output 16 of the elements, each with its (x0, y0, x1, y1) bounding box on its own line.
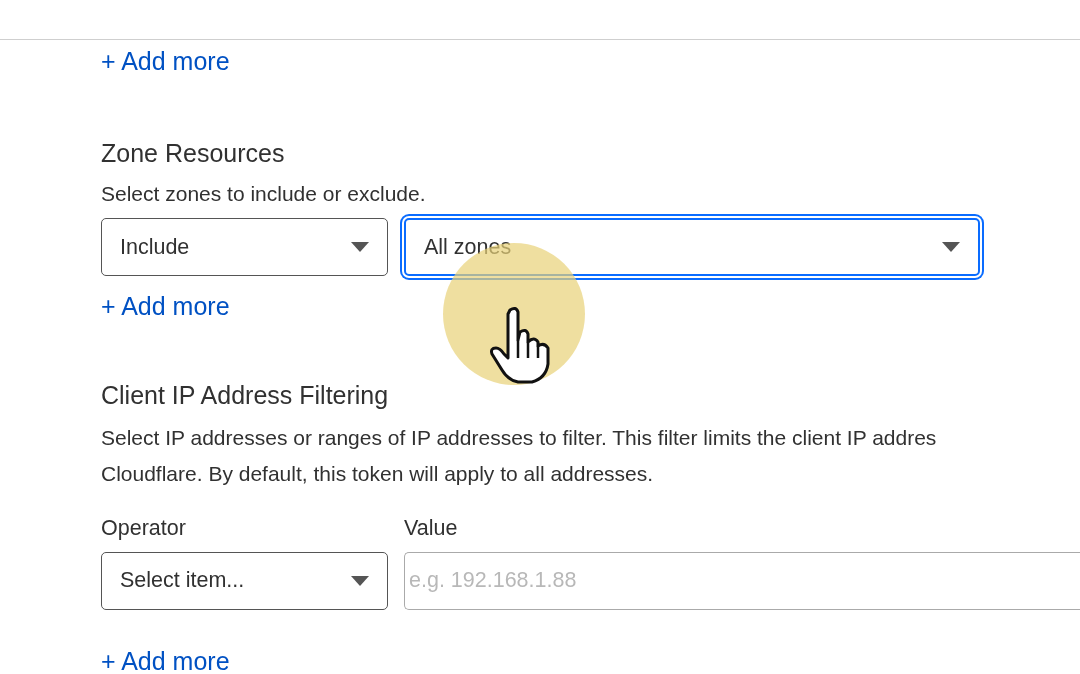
section-heading: Zone Resources (101, 138, 286, 168)
caret-icon (351, 242, 369, 252)
description-line: Cloudflare. By default, this token will apply to all addresses. (101, 461, 655, 487)
add-more-link[interactable]: + Add more (101, 291, 230, 321)
add-more-link[interactable]: + Add more (101, 645, 230, 674)
field-label: Value (404, 518, 459, 540)
dropdown[interactable]: Select item... (101, 551, 388, 610)
description-line: Select IP addresses or ranges of IP addresses to filter. This filter limits the client IP addres (101, 425, 938, 451)
section-heading: Client IP Address Filtering (101, 380, 390, 410)
caret-icon (351, 575, 369, 586)
field-label: Operator (101, 518, 187, 540)
add-more-link[interactable]: + Add more (101, 46, 230, 76)
dropdown[interactable]: Include (101, 218, 388, 276)
input-field[interactable]: e.g. 192.168.1.88 (404, 551, 1080, 610)
section-description: Select zones to include or exclude. (101, 181, 427, 207)
caret-icon (942, 242, 960, 252)
